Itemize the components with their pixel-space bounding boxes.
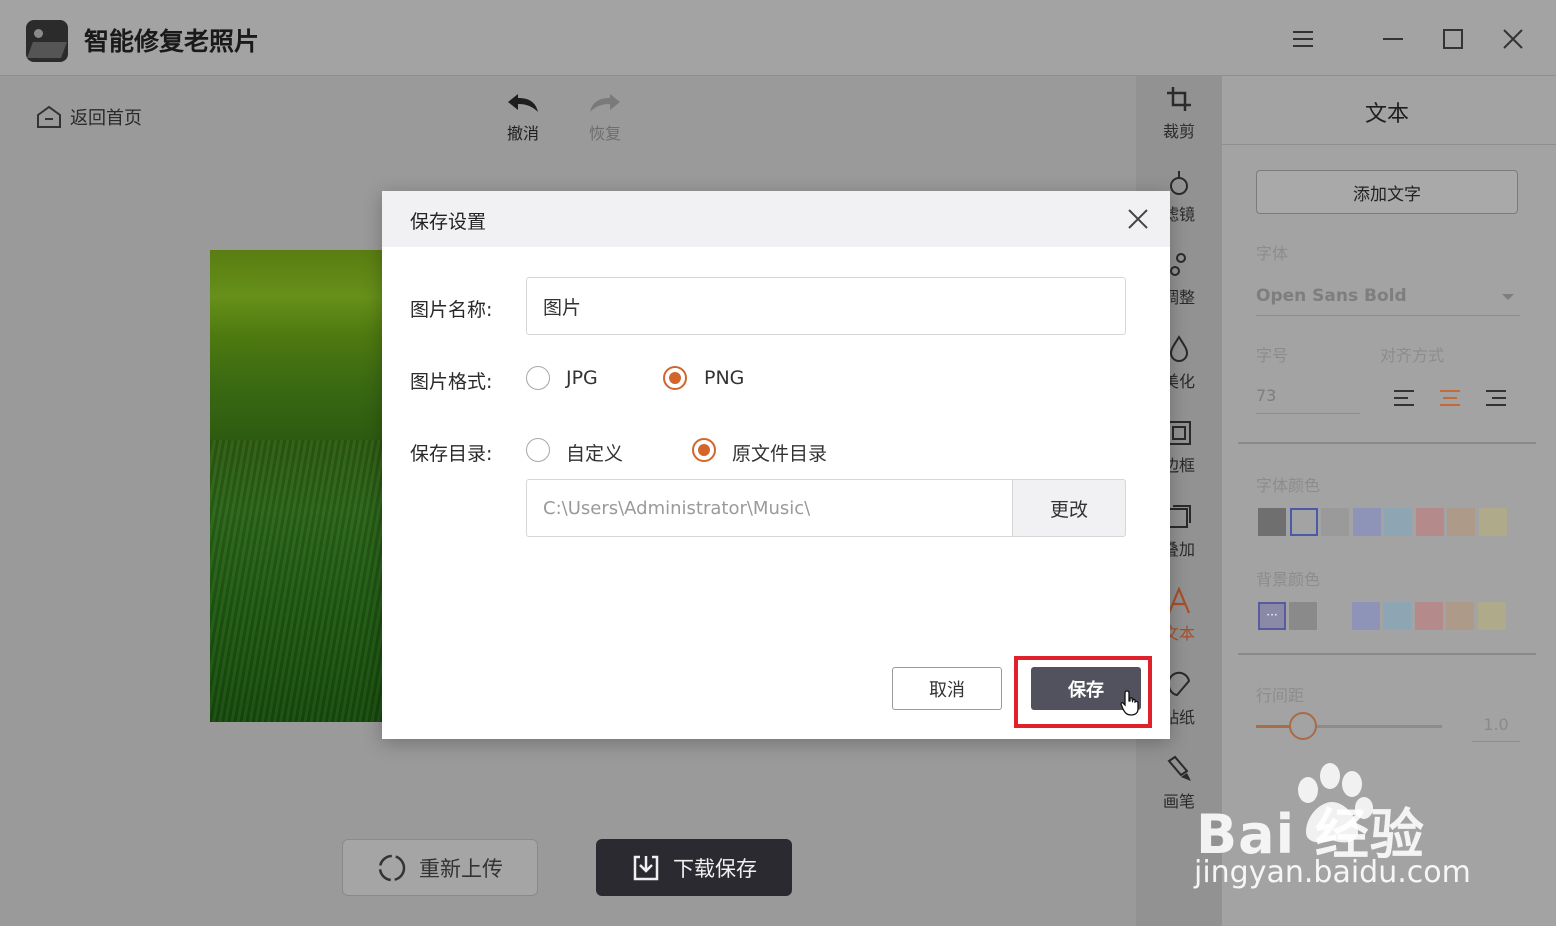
font-label: 字体	[1256, 244, 1289, 263]
dir-custom-label[interactable]: 自定义	[566, 439, 623, 466]
bg-color-swatch[interactable]: ···	[1258, 602, 1286, 630]
divider	[1238, 653, 1536, 655]
download-save-label: 下载保存	[673, 856, 757, 881]
font-size-input[interactable]: 73	[1256, 382, 1360, 414]
reupload-label: 重新上传	[419, 856, 503, 881]
download-save-button[interactable]: 下载保存	[596, 839, 792, 896]
align-label: 对齐方式	[1380, 346, 1445, 365]
format-png-radio[interactable]	[663, 366, 687, 390]
back-home-label: 返回首页	[70, 108, 142, 129]
font-select[interactable]: Open Sans Bold	[1256, 282, 1520, 316]
add-text-button[interactable]: 添加文字	[1256, 170, 1518, 214]
app-logo-icon	[26, 20, 68, 62]
align-left-icon[interactable]	[1394, 390, 1414, 406]
save-path-value: C:\Users\Administrator\Music\	[543, 497, 811, 519]
line-spacing-value[interactable]: 1.0	[1472, 708, 1520, 742]
line-spacing-label: 行间距	[1256, 686, 1305, 705]
save-path-input[interactable]: C:\Users\Administrator\Music\	[526, 479, 1012, 537]
app-title: 智能修复老照片	[84, 27, 260, 56]
align-center-icon[interactable]	[1440, 390, 1460, 406]
reupload-button[interactable]: 重新上传	[342, 839, 538, 896]
dir-original-label[interactable]: 原文件目录	[732, 439, 827, 466]
close-icon[interactable]	[1124, 205, 1152, 233]
tool-label: 裁剪	[1162, 122, 1195, 141]
font-color-swatch[interactable]	[1415, 508, 1444, 536]
font-select-value: Open Sans Bold	[1256, 286, 1407, 306]
font-color-swatch[interactable]	[1447, 508, 1475, 536]
font-size-value: 73	[1256, 386, 1277, 405]
font-color-swatch[interactable]	[1258, 508, 1286, 536]
redo-label: 恢复	[588, 124, 621, 143]
format-png-label[interactable]: PNG	[704, 367, 744, 389]
close-icon[interactable]	[1498, 24, 1528, 54]
bg-color-label: 背景颜色	[1256, 570, 1321, 589]
divider	[1238, 442, 1536, 444]
bg-color-swatch[interactable]	[1352, 602, 1380, 630]
undo-label: 撤消	[506, 124, 539, 143]
line-spacing-knob[interactable]	[1289, 712, 1317, 740]
format-jpg-radio[interactable]	[526, 366, 550, 390]
dir-custom-radio[interactable]	[526, 438, 550, 462]
menu-icon[interactable]	[1288, 24, 1318, 54]
bg-color-swatch[interactable]	[1383, 602, 1411, 630]
crop-icon	[1164, 84, 1194, 114]
font-color-swatch[interactable]	[1478, 508, 1507, 536]
panel-title: 文本	[1364, 102, 1409, 127]
format-label: 图片格式:	[410, 371, 493, 393]
brush-icon	[1164, 754, 1194, 784]
image-name-value: 图片	[543, 296, 582, 319]
format-jpg-label[interactable]: JPG	[566, 367, 598, 389]
bg-color-swatch[interactable]	[1289, 602, 1317, 630]
tool-crop[interactable]: 裁剪	[1136, 84, 1222, 142]
dir-original-radio[interactable]	[692, 438, 716, 462]
image-name-input[interactable]: 图片	[526, 277, 1126, 335]
bg-color-swatch[interactable]	[1478, 602, 1506, 630]
dir-label: 保存目录:	[410, 443, 493, 465]
font-color-swatch[interactable]	[1352, 508, 1381, 536]
font-color-swatch[interactable]	[1321, 508, 1349, 536]
bg-color-swatch[interactable]	[1415, 602, 1443, 630]
undo-icon	[508, 94, 538, 112]
dialog-header: 保存设置	[382, 191, 1170, 247]
bg-color-swatch[interactable]	[1446, 602, 1474, 630]
cancel-button[interactable]: 取消	[892, 667, 1002, 710]
font-color-label: 字体颜色	[1256, 476, 1321, 495]
change-dir-button[interactable]: 更改	[1012, 479, 1126, 537]
back-home-button[interactable]: 返回首页	[36, 104, 142, 130]
dialog-title: 保存设置	[410, 211, 487, 233]
watermark-url: jingyan.baidu.com	[1194, 855, 1471, 890]
font-color-swatch[interactable]	[1289, 508, 1318, 536]
tool-label: 画笔	[1162, 792, 1195, 811]
name-label: 图片名称:	[410, 299, 493, 321]
align-right-icon[interactable]	[1486, 390, 1506, 406]
save-settings-dialog: 保存设置 图片名称: 图片 图片格式: JPG PNG 保存目录: 自定义 原文…	[382, 191, 1170, 739]
photo-canvas	[210, 250, 382, 722]
refresh-icon	[378, 854, 406, 881]
maximize-icon[interactable]	[1438, 24, 1468, 54]
divider	[1222, 144, 1556, 145]
redo-icon	[590, 94, 620, 112]
title-bar: 智能修复老照片	[0, 0, 1556, 76]
home-icon	[37, 105, 61, 128]
download-icon	[633, 855, 659, 880]
redo-button[interactable]: 恢复	[588, 92, 622, 144]
undo-button[interactable]: 撤消	[506, 92, 540, 144]
size-label: 字号	[1256, 346, 1289, 365]
chevron-down-icon	[1502, 294, 1514, 300]
font-color-swatch[interactable]	[1384, 508, 1412, 536]
minimize-icon[interactable]	[1378, 24, 1408, 54]
hand-cursor-icon	[1120, 690, 1139, 716]
